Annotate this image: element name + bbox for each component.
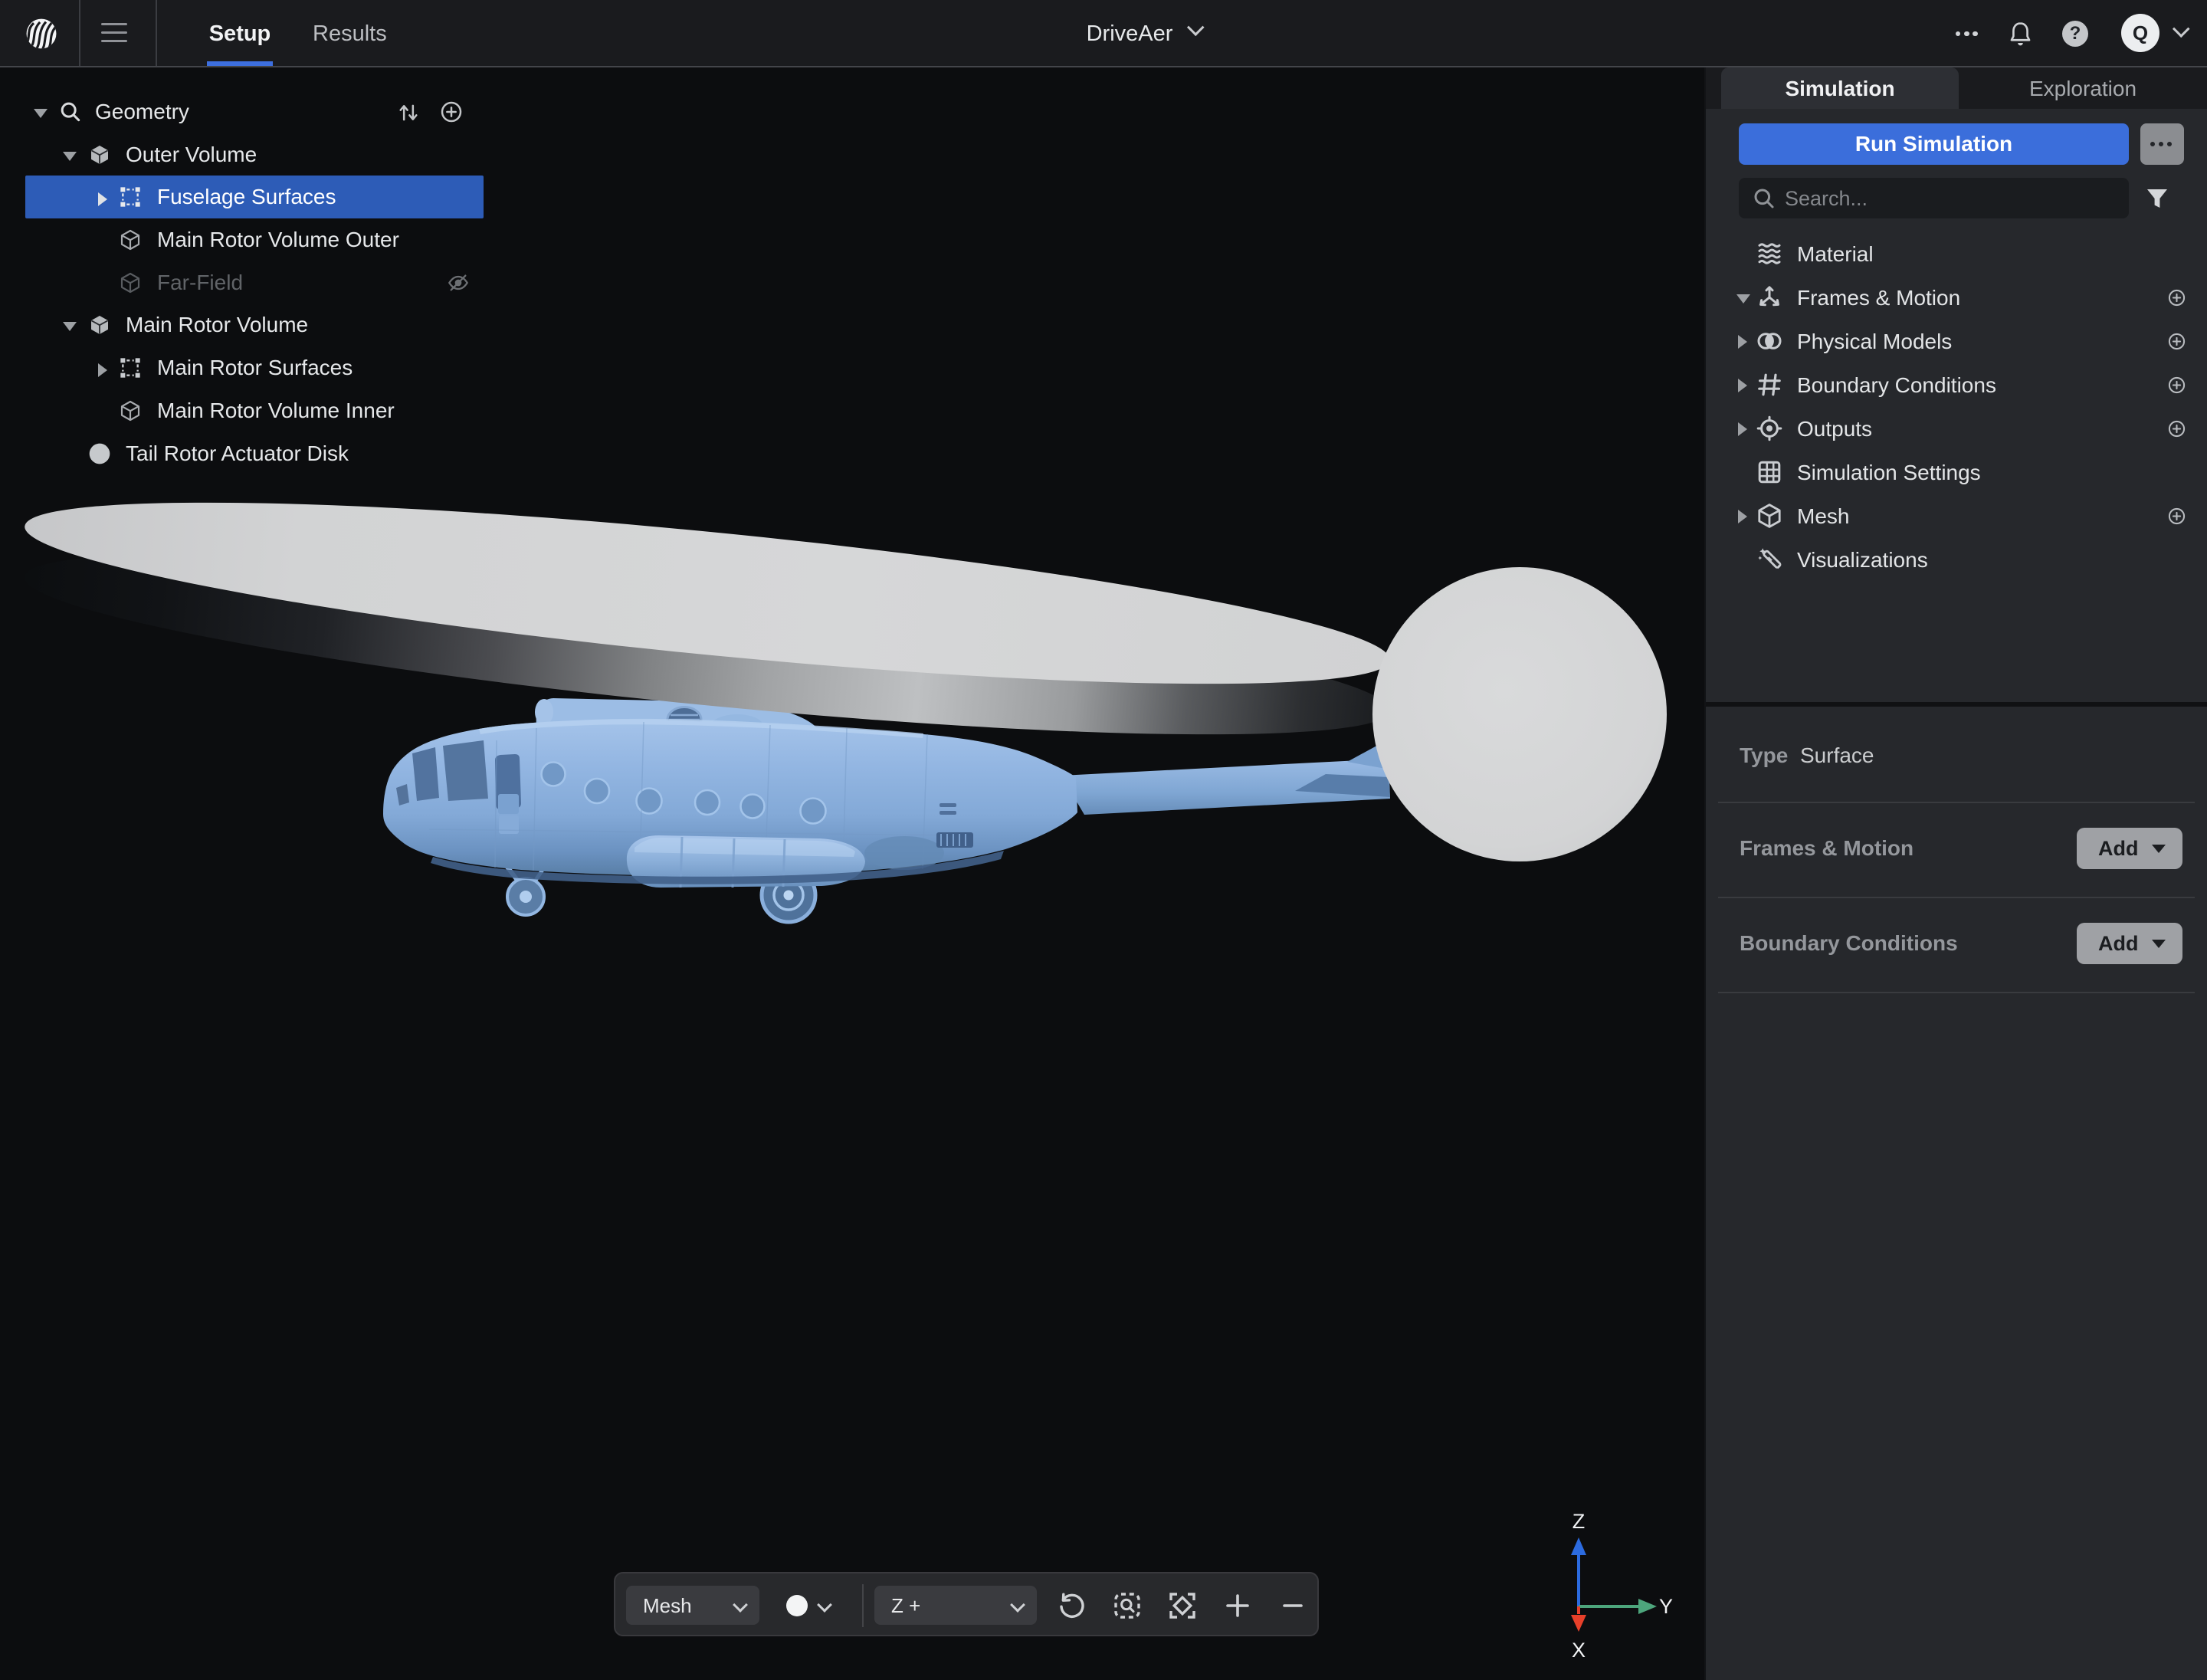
svg-text:X: X	[1572, 1639, 1586, 1662]
svg-text:Y: Y	[1659, 1595, 1673, 1618]
svg-text:Z: Z	[1572, 1510, 1586, 1533]
